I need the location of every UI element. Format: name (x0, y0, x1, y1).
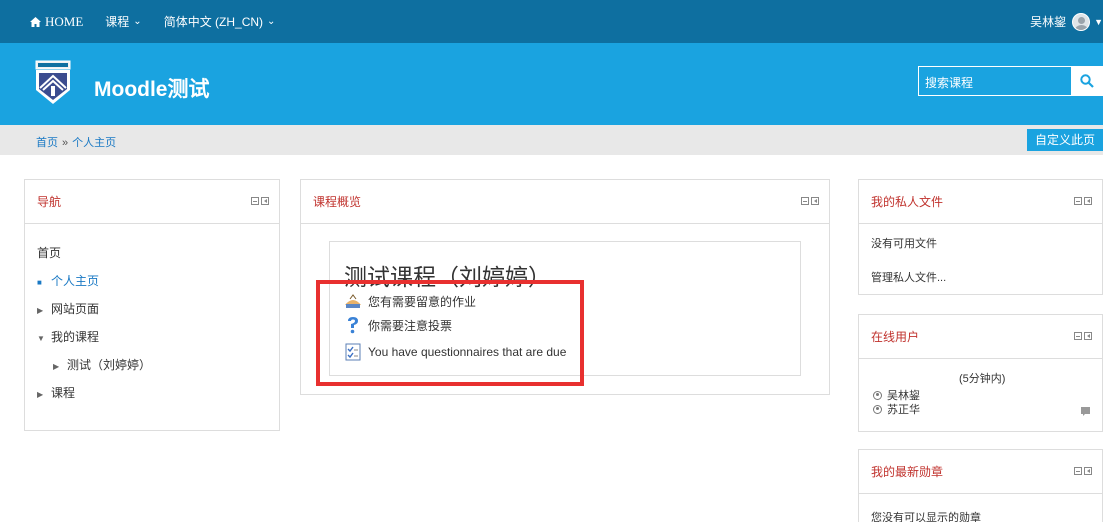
language-label: 简体中文 (ZH_CN) (163, 15, 264, 29)
nav-item-label: 个人主页 (51, 274, 100, 288)
courses-menu[interactable]: 课程 ⌄ (105, 13, 141, 30)
nav-item-dashboard[interactable]: ■ 个人主页 (37, 272, 99, 289)
private-files-block: 我的私人文件 没有可用文件 管理私人文件... (858, 179, 1103, 295)
top-navbar: HOME 课程 ⌄ 简体中文 (ZH_CN) ⌄ 吴林鋆 ▼ (0, 0, 1103, 43)
online-user-name: 苏正华 (887, 404, 920, 416)
online-user[interactable]: 苏正华 (873, 401, 920, 417)
dock-icon[interactable] (1084, 197, 1092, 205)
search-icon (1080, 74, 1094, 88)
collapse-icon[interactable] (1074, 197, 1082, 205)
nav-item-label: 网站页面 (51, 302, 100, 316)
search-input[interactable]: 搜索课程 (919, 67, 1072, 95)
breadcrumb-separator: » (62, 137, 69, 149)
navigation-block: 导航 首页 ■ 个人主页 ▶ 网站页面 ▼ 我的课程 ▶ 测试（刘婷婷） ▶ 课程 (24, 179, 280, 431)
courses-label: 课程 (105, 15, 130, 29)
avatar-body (1075, 24, 1089, 30)
chevron-down-icon: ⌄ (267, 16, 276, 27)
nav-item-label: 首页 (37, 246, 62, 260)
block-controls (1074, 197, 1092, 205)
home-link[interactable]: HOME (30, 14, 83, 30)
search-button[interactable] (1072, 67, 1102, 95)
collapse-icon[interactable] (801, 197, 809, 205)
nav-item-site-pages[interactable]: ▶ 网站页面 (37, 300, 99, 317)
nav-item-my-courses[interactable]: ▼ 我的课程 (37, 328, 99, 345)
customize-page-button[interactable]: 自定义此页 (1026, 129, 1103, 151)
navigation-block-header: 导航 (25, 180, 279, 224)
collapse-icon[interactable] (251, 197, 259, 205)
chevron-down-icon: ⌄ (133, 16, 142, 27)
block-controls (251, 197, 269, 205)
breadcrumb-current[interactable]: 个人主页 (72, 137, 116, 149)
avatar-head (1078, 16, 1086, 24)
latest-badges-title: 我的最新勋章 (871, 465, 944, 479)
username: 吴林鋆 (1030, 15, 1067, 29)
expand-arrow-icon: ▶ (37, 390, 44, 399)
no-files-text: 没有可用文件 (871, 238, 937, 250)
dock-icon[interactable] (811, 197, 819, 205)
nav-item-courses[interactable]: ▶ 课程 (37, 384, 75, 401)
course-search: 搜索课程 (918, 66, 1103, 96)
online-users-title: 在线用户 (871, 330, 920, 344)
language-menu[interactable]: 简体中文 (ZH_CN) ⌄ (164, 13, 276, 30)
online-users-header: 在线用户 (859, 315, 1102, 359)
latest-badges-block: 我的最新勋章 您没有可以显示的勋章 (858, 449, 1103, 522)
online-period-note: (5分钟内) (959, 373, 1006, 385)
highlight-box (316, 280, 584, 386)
block-controls (1074, 332, 1092, 340)
nav-item-home[interactable]: 首页 (37, 244, 61, 261)
nav-item-course-test[interactable]: ▶ 测试（刘婷婷） (53, 356, 151, 373)
nav-item-label: 我的课程 (51, 330, 100, 344)
dock-icon[interactable] (1084, 332, 1092, 340)
site-name[interactable]: Moodle测试 (94, 73, 210, 103)
online-users-block: 在线用户 (5分钟内) 吴林鋆 苏正华 (858, 314, 1103, 432)
home-label: HOME (45, 13, 84, 29)
dock-icon[interactable] (261, 197, 269, 205)
nav-item-label: 课程 (51, 386, 76, 400)
latest-badges-header: 我的最新勋章 (859, 450, 1102, 494)
collapse-icon[interactable] (1074, 332, 1082, 340)
home-icon (30, 16, 41, 27)
bullet-icon: ■ (37, 278, 42, 287)
breadcrumb-home[interactable]: 首页 (36, 137, 58, 149)
caret-down-icon: ▼ (1094, 16, 1103, 27)
block-controls (1074, 467, 1092, 475)
site-logo (35, 60, 71, 104)
user-icon (873, 404, 882, 414)
expand-arrow-icon: ▶ (37, 306, 44, 315)
avatar[interactable] (1072, 12, 1091, 31)
message-icon[interactable] (1081, 407, 1090, 416)
user-icon (873, 390, 882, 400)
dock-icon[interactable] (1084, 467, 1092, 475)
collapse-arrow-icon: ▼ (37, 334, 45, 343)
collapse-icon[interactable] (1074, 467, 1082, 475)
site-header: Moodle测试 搜索课程 (0, 43, 1103, 125)
private-files-header: 我的私人文件 (859, 180, 1102, 224)
course-overview-title: 课程概览 (313, 195, 362, 209)
private-files-title: 我的私人文件 (871, 195, 944, 209)
top-menu: HOME 课程 ⌄ 简体中文 (ZH_CN) ⌄ (30, 0, 275, 43)
breadcrumb: 首页 » 个人主页 (36, 134, 116, 150)
user-menu[interactable]: 吴林鋆 ▼ (1030, 0, 1103, 43)
course-overview-header: 课程概览 (301, 180, 829, 224)
no-badges-text: 您没有可以显示的勋章 (871, 512, 981, 522)
block-controls (801, 197, 819, 205)
breadcrumb-bar: 首页 » 个人主页 自定义此页 (0, 125, 1103, 155)
nav-item-label: 测试（刘婷婷） (67, 358, 152, 372)
expand-arrow-icon: ▶ (53, 362, 60, 371)
manage-files-link[interactable]: 管理私人文件... (871, 269, 946, 285)
navigation-title: 导航 (37, 195, 62, 209)
